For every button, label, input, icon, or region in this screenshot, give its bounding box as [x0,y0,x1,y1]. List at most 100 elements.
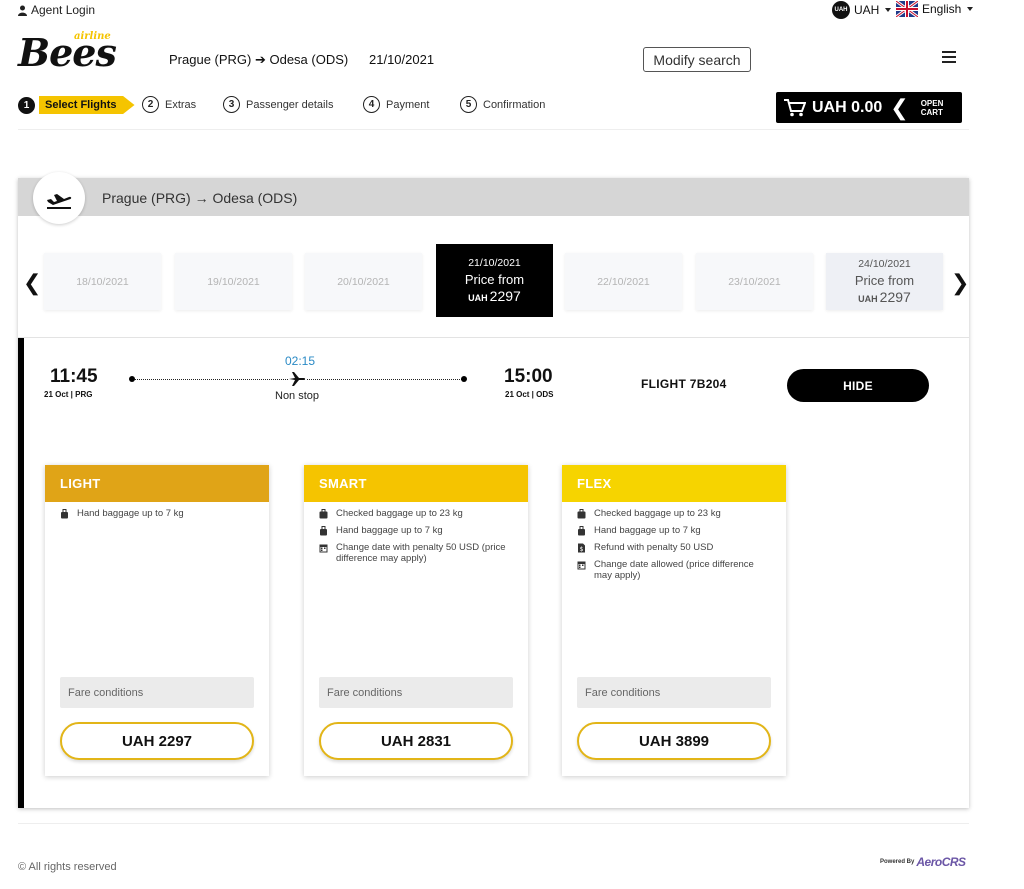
svg-text:$: $ [580,546,584,553]
calendar-icon [577,561,586,570]
open-cart-line2: CART [920,107,943,117]
step-label: Confirmation [483,98,546,111]
step-number: 2 [142,96,159,113]
step-extras[interactable]: 2 Extras [142,96,196,113]
step-label: Payment [386,98,430,111]
fare-feature-text: Hand baggage up to 7 kg [594,525,701,536]
select-fare-button[interactable]: UAH 2831 [319,722,513,760]
airplane-icon [288,370,306,388]
step-number: 5 [460,96,477,113]
chevron-left-icon[interactable]: ❮ [23,270,41,296]
hand-baggage-icon [61,509,68,519]
currency-selector[interactable]: UAH UAH [832,1,892,19]
powered-by-badge[interactable]: Powered By AeroCRS [880,855,966,869]
select-fare-button[interactable]: UAH 2297 [60,722,254,760]
fare-feature: Checked baggage up to 23 kg [304,508,528,519]
fare-feature: Hand baggage up to 7 kg [45,508,269,519]
fare-conditions-button[interactable]: Fare conditions [60,677,254,708]
refund-icon: $ [578,543,585,553]
flight-results-card: Prague (PRG) → Odesa (ODS) ❮ 18/10/2021 … [18,172,969,808]
logo-subtext: airline [74,31,111,42]
flight-accent-bar [18,338,24,808]
user-icon [18,5,27,16]
fare-feature-text: Change date allowed (price difference ma… [594,559,754,581]
date-option[interactable]: 23/10/2021 [696,253,813,310]
header-date: 21/10/2021 [369,52,435,67]
step-number: 1 [18,96,35,114]
hide-button[interactable]: HIDE [787,369,929,402]
date-option-date: 19/10/2021 [207,275,260,288]
date-option[interactable]: 22/10/2021 [565,253,682,310]
date-option-selected[interactable]: 21/10/2021 Price from UAH 2297 [436,244,553,317]
step-select-flights[interactable]: 1 Select Flights [18,96,135,114]
fare-card-flex: FLEX Checked baggage up to 23 kg Hand ba… [562,465,786,776]
flight-duration: 02:15 [285,354,316,368]
fare-feature: Checked baggage up to 23 kg [562,508,786,519]
calendar-icon [319,544,328,553]
hand-baggage-icon [320,526,327,536]
date-option-price: UAH 2297 [468,288,521,304]
chevron-right-icon[interactable]: ❯ [951,270,969,296]
arrival-info: 21 Oct | ODS [505,390,554,399]
date-option[interactable]: 20/10/2021 [305,253,422,310]
step-label: Extras [165,98,197,111]
agent-login-link[interactable]: Agent Login [18,3,95,17]
bees-airline-logo[interactable]: Bees airline [18,30,118,75]
fare-feature: Change date with penalty 50 USD (price d… [304,542,528,564]
fare-feature-text: Hand baggage up to 7 kg [77,508,184,519]
fare-conditions-button[interactable]: Fare conditions [577,677,771,708]
currency-label: UAH [468,293,488,303]
step-number: 4 [363,96,380,113]
date-option-date: 18/10/2021 [76,275,129,288]
modify-search-button[interactable]: Modify search [643,47,751,72]
caret-down-icon [967,7,974,11]
hamburger-menu-icon[interactable] [942,51,956,63]
divider [18,823,969,824]
departure-info: 21 Oct | PRG [44,390,93,399]
price-value: 2297 [489,288,521,304]
date-option[interactable]: 24/10/2021 Price from UAH 2297 [826,253,943,310]
agent-login-label: Agent Login [31,3,96,17]
currency-label: UAH [858,294,878,304]
step-passenger-details[interactable]: 3 Passenger details [223,96,333,113]
language-label: English [922,2,962,16]
date-option-date: 23/10/2021 [728,275,781,288]
hand-baggage-icon [578,526,585,536]
fare-feature: Hand baggage up to 7 kg [562,525,786,536]
card-header: Prague (PRG) → Odesa (ODS) [18,172,969,224]
fare-feature-text: Checked baggage up to 23 kg [336,508,463,519]
fare-conditions-button[interactable]: Fare conditions [319,677,513,708]
step-payment[interactable]: 4 Payment [363,96,429,113]
uk-flag-icon [896,1,918,17]
date-option-date: 22/10/2021 [597,275,650,288]
fare-header: LIGHT [45,465,269,502]
fare-feature: Hand baggage up to 7 kg [304,525,528,536]
fare-card-smart: SMART Checked baggage up to 23 kg Hand b… [304,465,528,776]
copyright-text: © All rights reserved [18,861,117,873]
fare-feature-text: Checked baggage up to 23 kg [594,508,721,519]
top-bar: Agent Login UAH UAH English [0,0,1024,22]
date-option[interactable]: 19/10/2021 [175,253,292,310]
date-option[interactable]: 18/10/2021 [44,253,161,310]
select-fare-button[interactable]: UAH 3899 [577,722,771,760]
date-option-date: 20/10/2021 [337,275,390,288]
checked-baggage-icon [577,509,586,519]
fare-feature: $ Refund with penalty 50 USD [562,542,786,553]
chevron-left-icon: ❮ [890,94,909,120]
step-confirmation[interactable]: 5 Confirmation [460,96,545,113]
price-value: 2297 [879,289,911,305]
aerocrs-logo: AeroCRS [916,855,966,869]
fare-header: FLEX [562,465,786,502]
fare-feature: Change date allowed (price difference ma… [562,559,786,581]
fare-feature-text: Refund with penalty 50 USD [594,542,714,553]
currency-label: UAH [854,3,880,17]
open-cart-button[interactable]: UAH 0.00 ❮ OPEN CART [776,92,962,123]
open-cart-line1: OPEN [920,98,944,108]
stops-label: Non stop [275,390,320,402]
language-selector[interactable]: English [896,1,974,17]
powered-by-label: Powered By [880,859,915,865]
card-route: Prague (PRG) → Odesa (ODS) [102,190,298,206]
divider [18,129,969,130]
open-cart-label: OPEN CART [921,99,944,117]
fare-feature-text: Hand baggage up to 7 kg [336,525,443,536]
